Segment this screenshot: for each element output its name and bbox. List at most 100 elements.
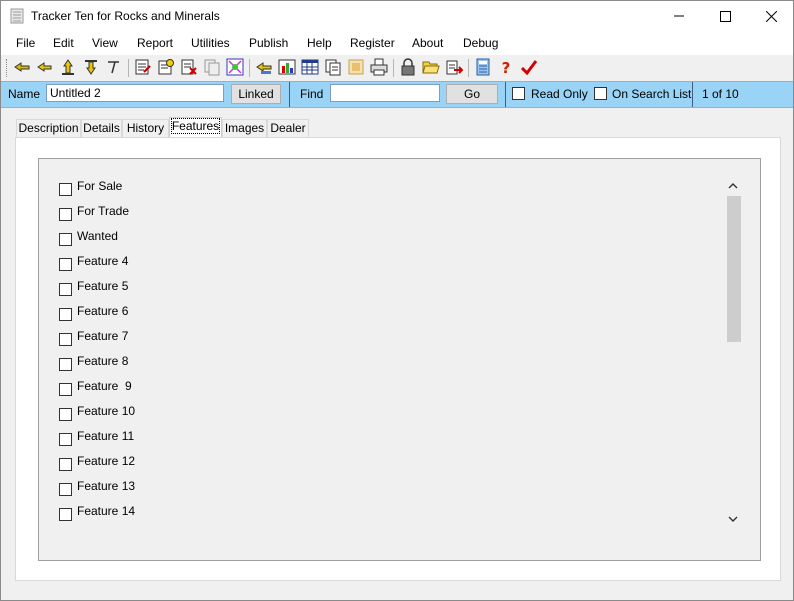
- lock-icon[interactable]: [399, 58, 417, 76]
- table-icon[interactable]: [301, 58, 319, 76]
- menu-view[interactable]: View: [92, 36, 118, 50]
- bar-separator: [289, 82, 290, 107]
- feature-label: Feature 4: [77, 254, 129, 268]
- feature-checkbox[interactable]: [59, 308, 72, 321]
- svg-text:?: ?: [502, 59, 511, 76]
- feature-label: Feature 11: [77, 429, 135, 443]
- record-bar: Name Linked Find Go Read Only On Search …: [1, 81, 793, 108]
- window-title: Tracker Ten for Rocks and Minerals: [31, 9, 220, 23]
- tab-label: Images: [224, 121, 265, 135]
- minimize-icon: [674, 15, 684, 17]
- toolbar-separator: [468, 59, 469, 77]
- feature-checkbox[interactable]: [59, 508, 72, 521]
- menu-register[interactable]: Register: [350, 36, 395, 50]
- search-icon[interactable]: [226, 58, 244, 76]
- close-icon: [765, 10, 777, 22]
- nav-first-icon[interactable]: [13, 58, 31, 76]
- feature-checkbox[interactable]: [59, 258, 72, 271]
- copy-record-icon[interactable]: [203, 58, 221, 76]
- menu-publish[interactable]: Publish: [249, 36, 288, 50]
- toolbar-separator: [393, 59, 394, 77]
- tab-details[interactable]: Details: [81, 119, 122, 137]
- name-input[interactable]: [46, 84, 224, 102]
- maximize-button[interactable]: [702, 1, 748, 31]
- linked-button[interactable]: Linked: [231, 84, 281, 104]
- scrollbar-thumb[interactable]: [727, 196, 741, 342]
- edit-record-icon[interactable]: [134, 58, 152, 76]
- toolbar-separator: [128, 59, 129, 77]
- feature-label: Feature 12: [77, 454, 136, 468]
- feature-label: Feature 13: [77, 479, 136, 493]
- feature-checkbox[interactable]: [59, 183, 72, 196]
- maximize-icon: [719, 10, 731, 22]
- checkmark-icon[interactable]: [520, 58, 538, 76]
- find-input[interactable]: [330, 84, 440, 102]
- help-icon[interactable]: ?: [497, 58, 515, 76]
- feature-checkbox[interactable]: [59, 358, 72, 371]
- feature-label: Feature 10: [77, 404, 136, 418]
- tab-label: Features: [170, 118, 221, 134]
- bar-separator: [692, 82, 693, 107]
- read-only-checkbox[interactable]: [512, 87, 525, 100]
- tab-features[interactable]: Features: [169, 117, 222, 137]
- menu-report[interactable]: Report: [137, 36, 173, 50]
- feature-label: Wanted: [77, 229, 118, 243]
- feature-label: Feature 6: [77, 304, 129, 318]
- menu-file[interactable]: File: [16, 36, 35, 50]
- toolbar: ?: [1, 55, 793, 81]
- feature-checkbox[interactable]: [59, 458, 72, 471]
- name-label: Name: [8, 87, 41, 101]
- menu-about[interactable]: About: [412, 36, 443, 50]
- read-only-label: Read Only: [531, 87, 588, 101]
- tab-label: Dealer: [270, 121, 306, 135]
- delete-record-icon[interactable]: [180, 58, 198, 76]
- feature-checkbox[interactable]: [59, 383, 72, 396]
- features-panel: [38, 158, 761, 561]
- export-icon[interactable]: [445, 58, 463, 76]
- calculator-icon[interactable]: [474, 58, 492, 76]
- menu-edit[interactable]: Edit: [53, 36, 74, 50]
- feature-label: For Sale: [77, 179, 123, 193]
- chart-icon[interactable]: [278, 58, 296, 76]
- menu-help[interactable]: Help: [307, 36, 332, 50]
- feature-checkbox[interactable]: [59, 233, 72, 246]
- folder-open-icon[interactable]: [422, 58, 440, 76]
- tab-images[interactable]: Images: [222, 119, 267, 137]
- nav-prev-icon[interactable]: [35, 58, 53, 76]
- print-icon[interactable]: [370, 58, 388, 76]
- scroll-up-icon[interactable]: [728, 182, 738, 190]
- feature-label: Feature 8: [77, 354, 129, 368]
- feature-checkbox[interactable]: [59, 333, 72, 346]
- close-button[interactable]: [748, 1, 794, 31]
- record-position: 1 of 10: [702, 87, 739, 101]
- minimize-button[interactable]: [656, 1, 702, 31]
- menu-bar: File Edit View Report Utilities Publish …: [1, 31, 793, 55]
- tab-description[interactable]: Description: [16, 119, 81, 137]
- nav-last-icon[interactable]: [105, 58, 123, 76]
- tab-history[interactable]: History: [122, 119, 169, 137]
- nav-down-icon[interactable]: [82, 58, 100, 76]
- search-list-label: On Search List: [612, 87, 692, 101]
- open-list-icon[interactable]: [255, 58, 273, 76]
- feature-checkbox[interactable]: [59, 433, 72, 446]
- feature-label: For Trade: [77, 204, 130, 218]
- menu-debug[interactable]: Debug: [463, 36, 498, 50]
- tab-label: History: [126, 121, 165, 135]
- feature-label: Feature 5: [77, 279, 129, 293]
- copy-icon[interactable]: [324, 58, 342, 76]
- feature-checkbox[interactable]: [59, 483, 72, 496]
- feature-checkbox[interactable]: [59, 283, 72, 296]
- search-list-checkbox[interactable]: [594, 87, 607, 100]
- image-icon[interactable]: [347, 58, 365, 76]
- nav-up-icon[interactable]: [59, 58, 77, 76]
- toolbar-grip[interactable]: [6, 59, 9, 77]
- tab-dealer[interactable]: Dealer: [267, 119, 309, 137]
- go-button[interactable]: Go: [446, 84, 498, 104]
- tab-label: Description: [18, 121, 79, 135]
- scroll-down-icon[interactable]: [728, 515, 738, 523]
- feature-checkbox[interactable]: [59, 208, 72, 221]
- menu-utilities[interactable]: Utilities: [191, 36, 230, 50]
- new-record-icon[interactable]: [157, 58, 175, 76]
- find-label: Find: [300, 87, 324, 101]
- feature-checkbox[interactable]: [59, 408, 72, 421]
